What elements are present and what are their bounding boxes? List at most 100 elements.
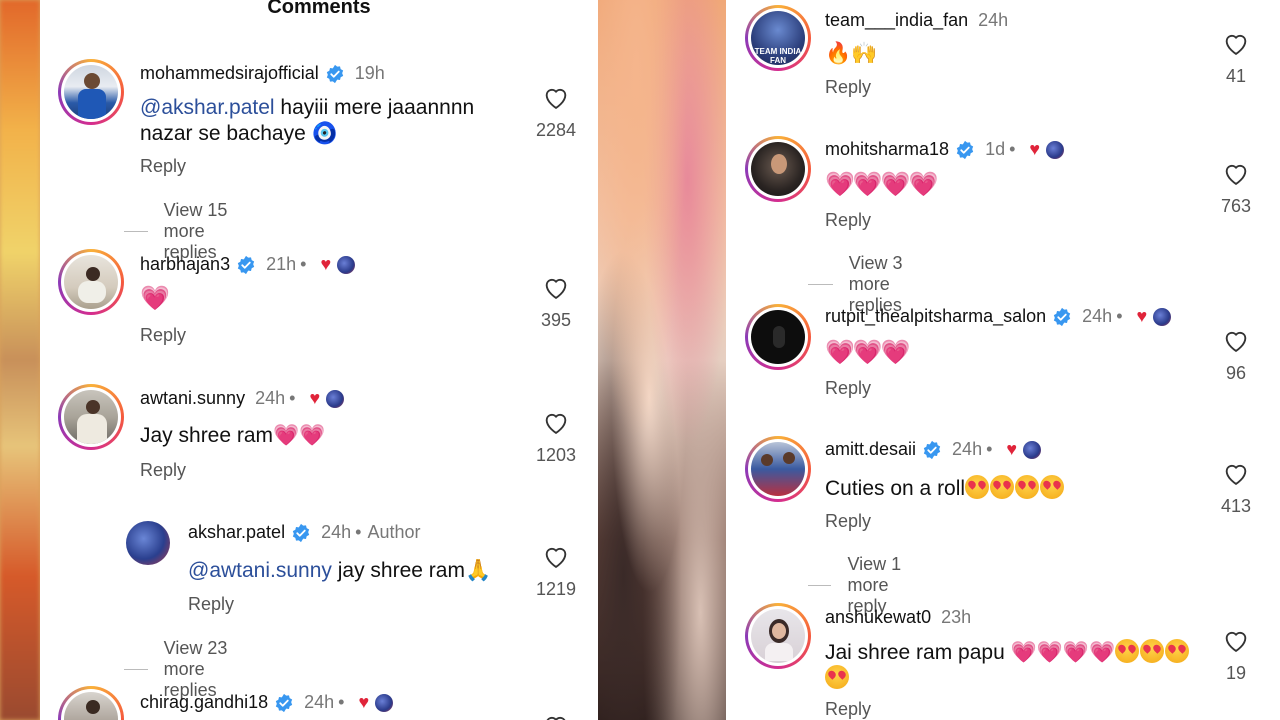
verified-badge-icon: [274, 693, 294, 713]
creator-avatar-icon: [1153, 307, 1172, 326]
avatar[interactable]: [58, 686, 124, 720]
comment-text: 💗💗💗💗: [825, 171, 939, 198]
timestamp: 24h: [978, 10, 1009, 30]
like-count: 19: [1225, 663, 1247, 683]
verified-badge-icon: [325, 64, 345, 84]
like-count: 2284: [535, 120, 577, 140]
comment-text: @awtani.sunny jay shree ram🙏: [188, 559, 492, 582]
heart-outline-icon[interactable]: [1222, 627, 1250, 655]
comment-text: 🔥🙌: [825, 42, 878, 65]
reply-button[interactable]: Reply: [188, 594, 234, 615]
heart-outline-icon[interactable]: [1222, 327, 1250, 355]
timestamp: 1d: [985, 139, 1006, 159]
heart-outline-icon[interactable]: [542, 84, 570, 112]
red-heart-icon: ♥: [1029, 139, 1041, 159]
comment-text: Jai shree ram papu 💗💗💗💗: [825, 639, 1190, 666]
like-group: 1219: [526, 543, 586, 600]
username[interactable]: rutpit_thealpitsharma_salon: [825, 306, 1046, 327]
heart-eyes-emoji: [965, 475, 1065, 500]
verified-badge-icon: [1052, 307, 1072, 327]
heart-outline-icon[interactable]: [1222, 160, 1250, 188]
mention-link[interactable]: @awtani.sunny: [188, 559, 332, 582]
timestamp: 24h: [321, 522, 352, 542]
timestamp: 23h: [941, 607, 972, 627]
avatar[interactable]: TEAM INDIA FAN: [745, 5, 811, 71]
reply-button[interactable]: Reply: [825, 77, 871, 98]
verified-badge-icon: [922, 440, 942, 460]
avatar[interactable]: [745, 436, 811, 502]
username[interactable]: mohitsharma18: [825, 139, 949, 160]
like-group: 413: [1206, 460, 1266, 517]
heart-outline-icon[interactable]: [1222, 30, 1250, 58]
username[interactable]: chirag.gandhi18: [140, 692, 268, 713]
timestamp: 24h: [952, 439, 983, 459]
red-heart-icon: ♥: [320, 254, 332, 274]
comments-title: Comments: [267, 0, 371, 18]
like-count: 1203: [535, 445, 577, 465]
team-india-fan-logo: TEAM INDIA FAN: [754, 47, 802, 65]
reply-button[interactable]: Reply: [825, 210, 871, 231]
comments-panel-right: TEAM INDIA FAN team___india_fan 24h 🔥🙌 Re…: [726, 0, 1280, 720]
like-group: [526, 712, 586, 720]
reply-button[interactable]: Reply: [140, 325, 186, 346]
like-count: 96: [1225, 363, 1247, 383]
timestamp: 24h: [1082, 306, 1113, 326]
avatar[interactable]: [745, 136, 811, 202]
timestamp: 24h: [255, 388, 286, 408]
red-heart-icon: ♥: [309, 388, 321, 408]
divider-line: [124, 669, 148, 670]
heart-outline-icon[interactable]: [542, 712, 570, 720]
username[interactable]: awtani.sunny: [140, 388, 245, 409]
author-label: Author: [367, 522, 421, 542]
heart-outline-icon[interactable]: [542, 543, 570, 571]
like-group: 2284: [526, 84, 586, 141]
like-count: 763: [1220, 196, 1252, 216]
comment-text: @akshar.patel hayiii mere jaaannnn: [140, 96, 475, 119]
reply-button[interactable]: Reply: [825, 378, 871, 399]
avatar[interactable]: [745, 304, 811, 370]
timestamp: 24h: [304, 692, 335, 712]
background-photo-middle: [598, 0, 726, 720]
username[interactable]: anshukewat0: [825, 607, 931, 628]
verified-badge-icon: [291, 523, 311, 543]
comments-panel-left: Comments mohammedsirajofficial 19h @aksh…: [40, 0, 598, 720]
username[interactable]: mohammedsirajofficial: [140, 63, 319, 84]
reply-button[interactable]: Reply: [825, 511, 871, 532]
heart-eyes-emoji: [1115, 639, 1190, 664]
reply-button[interactable]: Reply: [140, 460, 186, 481]
red-heart-icon: ♥: [1136, 306, 1148, 326]
like-group: 19: [1206, 627, 1266, 684]
comment-text-line2: [825, 665, 850, 692]
avatar[interactable]: [58, 249, 124, 315]
reply-button[interactable]: Reply: [140, 156, 186, 177]
creator-avatar-icon: [337, 255, 356, 274]
avatar[interactable]: [58, 384, 124, 450]
username[interactable]: amitt.desaii: [825, 439, 916, 460]
mention-link[interactable]: @akshar.patel: [140, 96, 275, 119]
avatar[interactable]: [745, 603, 811, 669]
heart-outline-icon[interactable]: [1222, 460, 1250, 488]
username[interactable]: akshar.patel: [188, 522, 285, 543]
like-count: 41: [1225, 66, 1247, 86]
comment-text: 💗💗💗: [825, 339, 911, 366]
comment-text: Jay shree ram💗💗: [140, 424, 326, 447]
comment-text: Cuties on a roll: [825, 475, 1065, 502]
like-group: 96: [1206, 327, 1266, 384]
avatar[interactable]: [126, 521, 170, 565]
like-group: 41: [1206, 30, 1266, 87]
reply-button[interactable]: Reply: [825, 699, 871, 720]
like-group: 395: [526, 274, 586, 331]
heart-outline-icon[interactable]: [542, 274, 570, 302]
heart-outline-icon[interactable]: [542, 409, 570, 437]
creator-avatar-icon: [1023, 440, 1042, 459]
username[interactable]: harbhajan3: [140, 254, 230, 275]
divider-line: [124, 231, 148, 232]
divider-line: [808, 284, 833, 285]
creator-avatar-icon: [326, 389, 345, 408]
avatar[interactable]: [58, 59, 124, 125]
divider-line: [808, 585, 832, 586]
like-count: 413: [1220, 496, 1252, 516]
comment-text: 💗: [140, 285, 170, 312]
username[interactable]: team___india_fan: [825, 10, 968, 31]
red-heart-icon: ♥: [1006, 439, 1018, 459]
